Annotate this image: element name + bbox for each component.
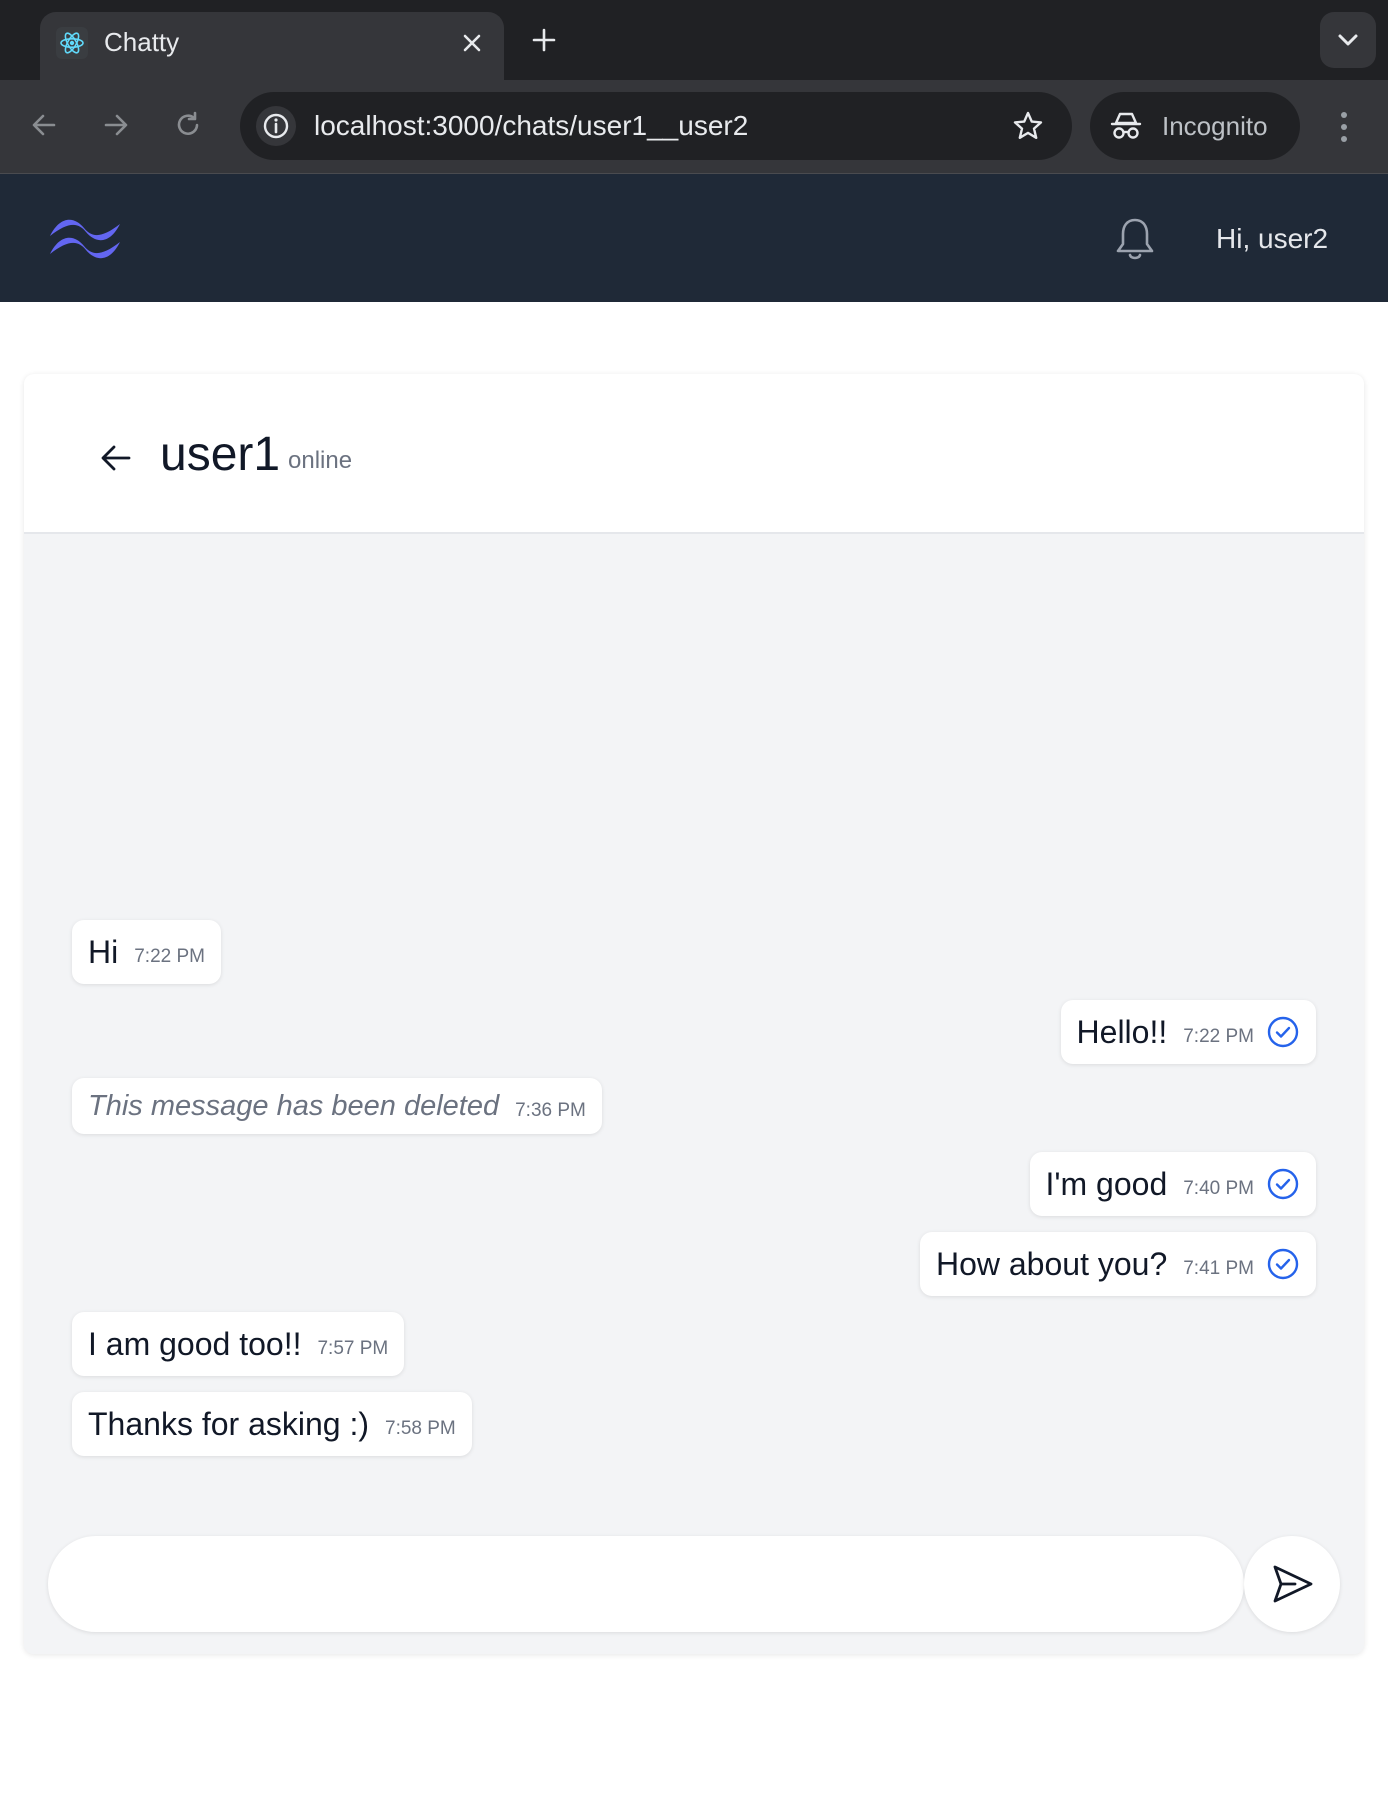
forward-nav-icon[interactable] — [96, 105, 136, 145]
browser-tab-strip: Chatty — [0, 0, 1388, 80]
message-text: How about you? — [935, 1246, 1168, 1282]
address-bar[interactable]: localhost:3000/chats/user1__user2 — [240, 92, 1072, 160]
chat-header: user1 online — [24, 374, 1364, 534]
incognito-indicator[interactable]: Incognito — [1090, 92, 1300, 160]
message-bubble-sent[interactable]: Hello!! 7:22 PM — [1060, 1000, 1316, 1064]
message-time: 7:58 PM — [385, 1418, 456, 1439]
message-time: 7:41 PM — [1183, 1258, 1254, 1279]
incognito-label: Incognito — [1162, 111, 1268, 141]
browser-menu-icon[interactable] — [1326, 105, 1362, 149]
message-bubble-sent[interactable]: How about you? 7:41 PM — [919, 1232, 1316, 1296]
tab-close-icon[interactable] — [458, 29, 486, 57]
send-icon[interactable] — [1244, 1536, 1340, 1632]
message-time: 7:40 PM — [1183, 1178, 1254, 1199]
check-circle-icon — [1266, 1167, 1300, 1201]
message-bubble-received[interactable]: Hi 7:22 PM — [72, 920, 221, 984]
message-text: This message has been deleted — [88, 1090, 500, 1122]
message-bubble-sent[interactable]: I'm good 7:40 PM — [1029, 1152, 1316, 1216]
message-text: Hi — [88, 934, 119, 970]
notification-bell-icon[interactable] — [1112, 214, 1158, 264]
user-greeting[interactable]: Hi, user2 — [1216, 222, 1328, 256]
message-text: Hello!! — [1076, 1014, 1168, 1050]
chat-peer-name: user1 — [160, 428, 281, 481]
url-text: localhost:3000/chats/user1__user2 — [314, 110, 749, 141]
back-nav-icon[interactable] — [24, 105, 64, 145]
chat-peer-status: online — [288, 447, 353, 474]
message-time: 7:22 PM — [1183, 1026, 1254, 1047]
incognito-icon — [1110, 110, 1142, 142]
message-time: 7:57 PM — [317, 1338, 389, 1359]
reload-icon[interactable] — [168, 105, 208, 145]
app-header: Hi, user2 — [0, 174, 1388, 302]
react-favicon-icon — [56, 27, 88, 59]
browser-toolbar: localhost:3000/chats/user1__user2 Incogn… — [0, 80, 1388, 174]
message-text: Thanks for asking :) — [88, 1406, 369, 1442]
tab-search-chevron-icon[interactable] — [1320, 12, 1376, 68]
message-text: I am good too!! — [88, 1326, 302, 1362]
message-bubble-received[interactable]: Thanks for asking :) 7:58 PM — [72, 1392, 472, 1456]
message-composer — [24, 1512, 1364, 1654]
message-time: 7:22 PM — [134, 946, 205, 967]
message-bubble-deleted[interactable]: This message has been deleted 7:36 PM — [72, 1078, 602, 1134]
check-circle-icon — [1266, 1015, 1300, 1049]
message-bubble-received[interactable]: I am good too!! 7:57 PM — [72, 1312, 405, 1376]
tailwind-logo-icon[interactable] — [46, 210, 124, 264]
message-text: I'm good — [1045, 1166, 1168, 1202]
browser-tab[interactable]: Chatty — [40, 12, 504, 80]
bookmark-star-icon[interactable] — [1008, 106, 1048, 146]
check-circle-icon — [1266, 1247, 1300, 1281]
message-input[interactable] — [48, 1536, 1244, 1632]
message-time: 7:36 PM — [515, 1100, 586, 1121]
new-tab-icon[interactable] — [526, 22, 562, 58]
chat-panel: user1 online Hi 7:22 PM Hello!! 7:22 PM … — [24, 374, 1364, 1654]
tab-title: Chatty — [104, 27, 180, 57]
back-arrow-icon[interactable] — [96, 438, 136, 478]
site-info-icon[interactable] — [256, 106, 296, 146]
